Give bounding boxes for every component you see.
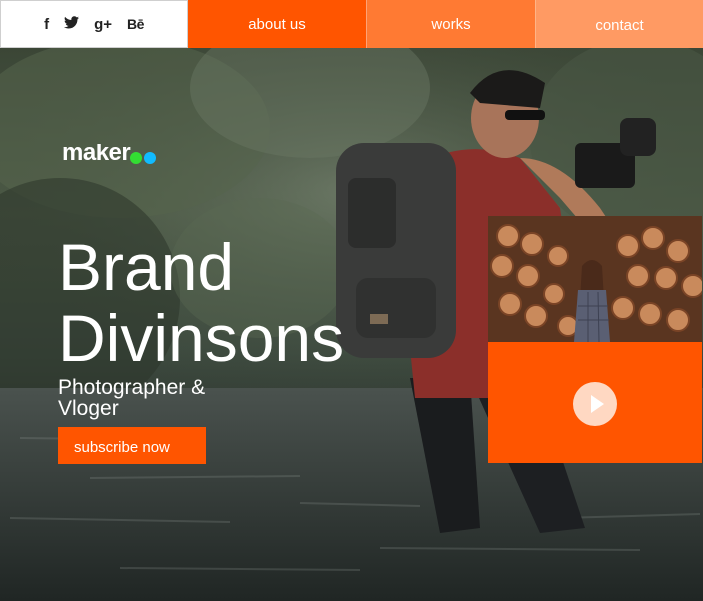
nav-contact[interactable]: contact <box>535 0 703 48</box>
hero-subtitle-line-2: Vloger <box>58 397 119 420</box>
hero-subtitle-line-1: Photographer & <box>58 376 206 399</box>
twitter-icon[interactable] <box>64 16 80 32</box>
nav-works[interactable]: works <box>366 0 535 48</box>
top-navigation-bar: f g+ Bē about us works contact <box>0 0 703 48</box>
maker-logo[interactable]: maker <box>62 144 157 166</box>
hero-title-line-1: Brand <box>58 232 235 304</box>
twitter-bird-shape <box>64 16 80 29</box>
video-panel <box>488 342 702 463</box>
play-icon <box>590 395 604 413</box>
video-thumbnail[interactable] <box>488 216 702 342</box>
logo-blue-dot <box>144 152 157 164</box>
hero-subtitle: Photographer & Vloger <box>58 377 228 419</box>
nav-about-us[interactable]: about us <box>188 0 366 48</box>
facebook-icon[interactable]: f <box>44 17 49 32</box>
logo-green-dot <box>130 152 143 164</box>
lumber-pile-image <box>488 216 702 342</box>
hero-title: Brand Divinsons <box>58 232 350 374</box>
subscribe-button[interactable]: subscribe now <box>58 427 206 464</box>
play-button[interactable] <box>573 382 617 426</box>
social-links: f g+ Bē <box>0 0 188 48</box>
hero-title-line-2: Divinsons <box>58 301 345 374</box>
google-plus-icon[interactable]: g+ <box>94 17 112 32</box>
landing-page: f g+ Bē about us works contact maker Bra… <box>0 0 703 601</box>
behance-icon[interactable]: Bē <box>127 17 144 31</box>
logo-text: maker <box>62 144 131 166</box>
video-card <box>488 216 702 463</box>
